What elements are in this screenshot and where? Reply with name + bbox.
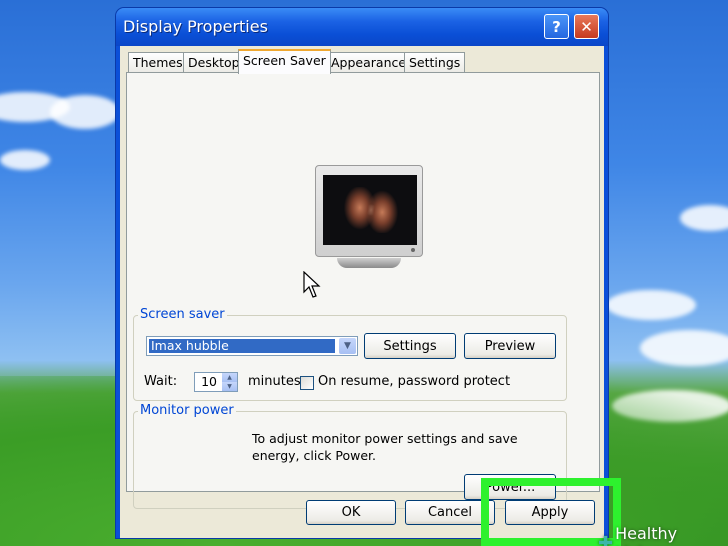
help-button[interactable]: ? <box>544 14 569 39</box>
tab-desktop[interactable]: Desktop <box>183 52 245 72</box>
cloud <box>0 150 50 170</box>
power-led <box>411 248 415 252</box>
cloud <box>50 95 120 129</box>
cloud <box>640 330 728 366</box>
cloud <box>680 205 728 231</box>
password-protect-label[interactable]: On resume, password protect <box>318 374 510 389</box>
watermark-text: Healthy Living <box>615 524 678 546</box>
spin-up-icon[interactable]: ▲ <box>222 373 237 382</box>
dialog-client-area: Themes Desktop Screen Saver Appearance S… <box>120 46 604 538</box>
tab-screen-saver[interactable]: Screen Saver <box>238 49 331 74</box>
healthy-living-watermark: ✚ Healthy Living <box>598 524 728 546</box>
display-properties-window: Display Properties ? ✕ Themes Desktop Sc… <box>116 8 608 538</box>
tab-themes[interactable]: Themes <box>128 52 188 72</box>
minutes-label: minutes <box>248 374 301 389</box>
close-button[interactable]: ✕ <box>574 14 599 39</box>
ok-button[interactable]: OK <box>306 500 396 525</box>
chevron-down-icon[interactable]: ▼ <box>339 338 356 354</box>
screen-saver-selected-value: Imax hubble <box>149 339 335 353</box>
preview-button[interactable]: Preview <box>464 333 556 359</box>
tab-settings[interactable]: Settings <box>404 52 466 72</box>
screen-saver-legend: Screen saver <box>138 307 227 322</box>
settings-button[interactable]: Settings <box>364 333 456 359</box>
title-bar[interactable]: Display Properties ? ✕ <box>116 8 608 46</box>
close-icon: ✕ <box>580 17 593 36</box>
monitor-stand <box>337 258 401 268</box>
wait-spinner[interactable]: ▲ ▼ <box>222 373 237 391</box>
monitor-preview <box>315 165 423 257</box>
cloud <box>606 290 696 320</box>
screen-saver-select[interactable]: Imax hubble ▼ <box>146 336 358 356</box>
window-title: Display Properties <box>123 17 268 36</box>
help-icon: ? <box>552 17 561 36</box>
mouse-pointer-icon <box>303 271 321 298</box>
tab-appearance[interactable]: Appearance <box>326 52 412 72</box>
monitor-power-description: To adjust monitor power settings and sav… <box>252 431 518 463</box>
spin-down-icon[interactable]: ▼ <box>222 382 237 391</box>
screen-saver-panel: Screen saver Imax hubble ▼ Settings Prev… <box>126 72 600 509</box>
plus-cross-icon: ✚ <box>598 532 614 546</box>
password-protect-checkbox[interactable] <box>300 376 314 390</box>
wait-label: Wait: <box>144 374 178 389</box>
monitor-power-legend: Monitor power <box>138 403 236 418</box>
screen-saver-group: Screen saver Imax hubble ▼ Settings Prev… <box>133 307 567 401</box>
hubble-nebula-image <box>343 187 399 233</box>
preview-screen <box>323 175 417 245</box>
